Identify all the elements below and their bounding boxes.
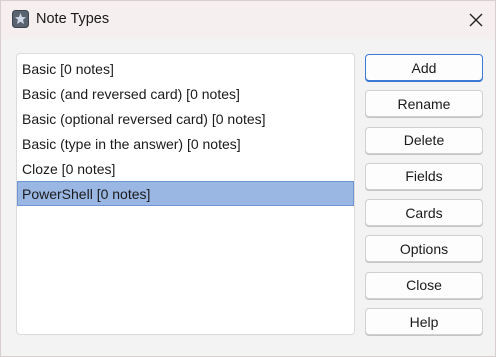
anki-icon bbox=[12, 10, 29, 28]
rename-button[interactable]: Rename bbox=[365, 90, 483, 118]
help-button[interactable]: Help bbox=[365, 308, 483, 336]
note-types-dialog: Note Types Basic [0 notes] Basic (and re… bbox=[0, 0, 496, 357]
list-item[interactable]: Cloze [0 notes] bbox=[17, 156, 354, 181]
window-title: Note Types bbox=[36, 11, 110, 27]
title-bar: Note Types bbox=[1, 1, 495, 39]
list-item-selected[interactable]: PowerShell [0 notes] bbox=[17, 181, 354, 206]
close-icon[interactable] bbox=[463, 7, 489, 33]
delete-button[interactable]: Delete bbox=[365, 126, 483, 154]
fields-button[interactable]: Fields bbox=[365, 162, 483, 190]
add-button[interactable]: Add bbox=[365, 54, 483, 81]
options-button[interactable]: Options bbox=[365, 235, 483, 263]
cards-button[interactable]: Cards bbox=[365, 199, 483, 227]
close-button[interactable]: Close bbox=[365, 271, 483, 299]
list-item[interactable]: Basic (type in the answer) [0 notes] bbox=[17, 131, 354, 156]
list-item[interactable]: Basic [0 notes] bbox=[17, 56, 354, 81]
button-column: Add Rename Delete Fields Cards Options C… bbox=[365, 54, 483, 344]
list-item[interactable]: Basic (optional reversed card) [0 notes] bbox=[17, 106, 354, 131]
list-item[interactable]: Basic (and reversed card) [0 notes] bbox=[17, 81, 354, 106]
note-types-list[interactable]: Basic [0 notes] Basic (and reversed card… bbox=[16, 53, 355, 335]
